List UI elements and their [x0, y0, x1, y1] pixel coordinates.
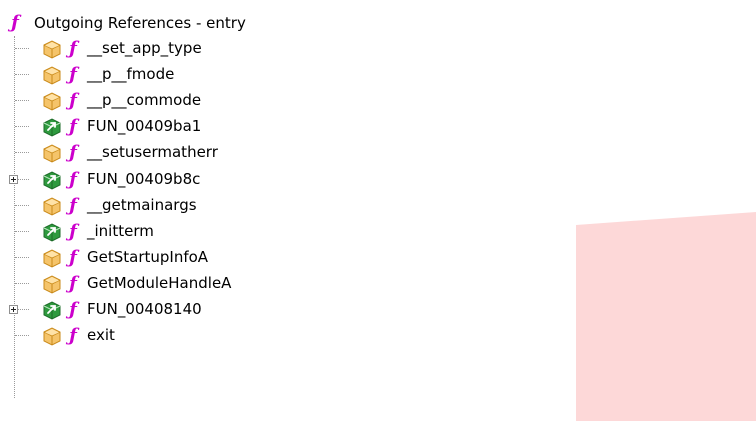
function-icon: ƒ: [69, 142, 77, 163]
local-function-icon: [41, 117, 63, 137]
local-function-icon: [41, 222, 63, 242]
function-icon: ƒ: [69, 325, 77, 346]
tree-item-label: FUN_00408140: [87, 300, 202, 318]
tree-item[interactable]: ƒ __getmainargs: [0, 193, 420, 219]
outgoing-references-panel: ƒ Outgoing References - entry ƒ __set_app…: [0, 0, 756, 421]
function-icon: ƒ: [69, 273, 77, 294]
tree-item-label: __set_app_type: [87, 39, 202, 57]
tree-item[interactable]: ƒ exit: [0, 323, 420, 349]
external-function-icon: [41, 274, 63, 294]
tree-item-label: __setusermatherr: [87, 143, 218, 161]
tree-branch-line: [15, 283, 29, 284]
external-function-icon: [41, 91, 63, 111]
tree-item-label: GetModuleHandleA: [87, 274, 232, 292]
external-function-icon: [41, 39, 63, 59]
tree-item[interactable]: ƒ __p__commode: [0, 88, 420, 114]
tree-item-label: exit: [87, 326, 115, 344]
function-icon: ƒ: [69, 195, 77, 216]
external-function-icon: [41, 196, 63, 216]
function-icon: ƒ: [69, 90, 77, 111]
tree-branch-line: [15, 231, 29, 232]
tree-branch-line: [15, 205, 29, 206]
tree-item-label: __p__commode: [87, 91, 202, 109]
function-icon: ƒ: [69, 64, 77, 85]
tree-item[interactable]: ƒ FUN_00409ba1: [0, 114, 420, 140]
external-function-icon: [41, 65, 63, 85]
function-icon: ƒ: [69, 221, 77, 242]
external-function-icon: [41, 248, 63, 268]
tree-branch-line: [15, 100, 29, 101]
function-icon: ƒ: [69, 299, 77, 320]
expand-plus-icon[interactable]: [9, 175, 18, 184]
tree-root-label: Outgoing References - entry: [34, 13, 246, 32]
tree-root[interactable]: ƒ Outgoing References - entry: [9, 10, 246, 36]
tree-branch-line: [15, 126, 29, 127]
tree-item[interactable]: ƒ GetStartupInfoA: [0, 245, 420, 271]
tree-item-label: __getmainargs: [87, 196, 197, 214]
tree-item-label: _initterm: [87, 222, 154, 240]
tree-item-label: FUN_00409ba1: [87, 117, 202, 135]
tree-item[interactable]: ƒ FUN_00408140: [0, 297, 420, 323]
tree-item[interactable]: ƒ __setusermatherr: [0, 140, 420, 166]
function-icon: ƒ: [69, 116, 77, 137]
tree-item-label: __p__fmode: [87, 65, 175, 83]
local-function-icon: [41, 170, 63, 190]
external-function-icon: [41, 326, 63, 346]
tree-branch-line: [15, 48, 29, 49]
tree-item[interactable]: ƒ GetModuleHandleA: [0, 271, 420, 297]
tree-item[interactable]: ƒ __set_app_type: [0, 36, 420, 62]
tree-branch-line: [15, 152, 29, 153]
external-function-icon: [41, 143, 63, 163]
expand-plus-icon[interactable]: [9, 305, 18, 314]
function-icon: ƒ: [11, 12, 19, 33]
tree-item-label: GetStartupInfoA: [87, 248, 209, 266]
tree-item-label: FUN_00409b8c: [87, 170, 201, 188]
tree-item[interactable]: ƒ __p__fmode: [0, 62, 420, 88]
local-function-icon: [41, 300, 63, 320]
function-icon: ƒ: [69, 247, 77, 268]
reference-tree: ƒ Outgoing References - entry ƒ __set_app…: [0, 0, 420, 421]
tree-branch-line: [15, 74, 29, 75]
tree-branch-line: [15, 335, 29, 336]
function-icon: ƒ: [69, 38, 77, 59]
function-icon: ƒ: [69, 169, 77, 190]
tree-item[interactable]: ƒ _initterm: [0, 219, 420, 245]
tree-branch-line: [15, 257, 29, 258]
tree-item[interactable]: ƒ FUN_00409b8c: [0, 167, 420, 193]
